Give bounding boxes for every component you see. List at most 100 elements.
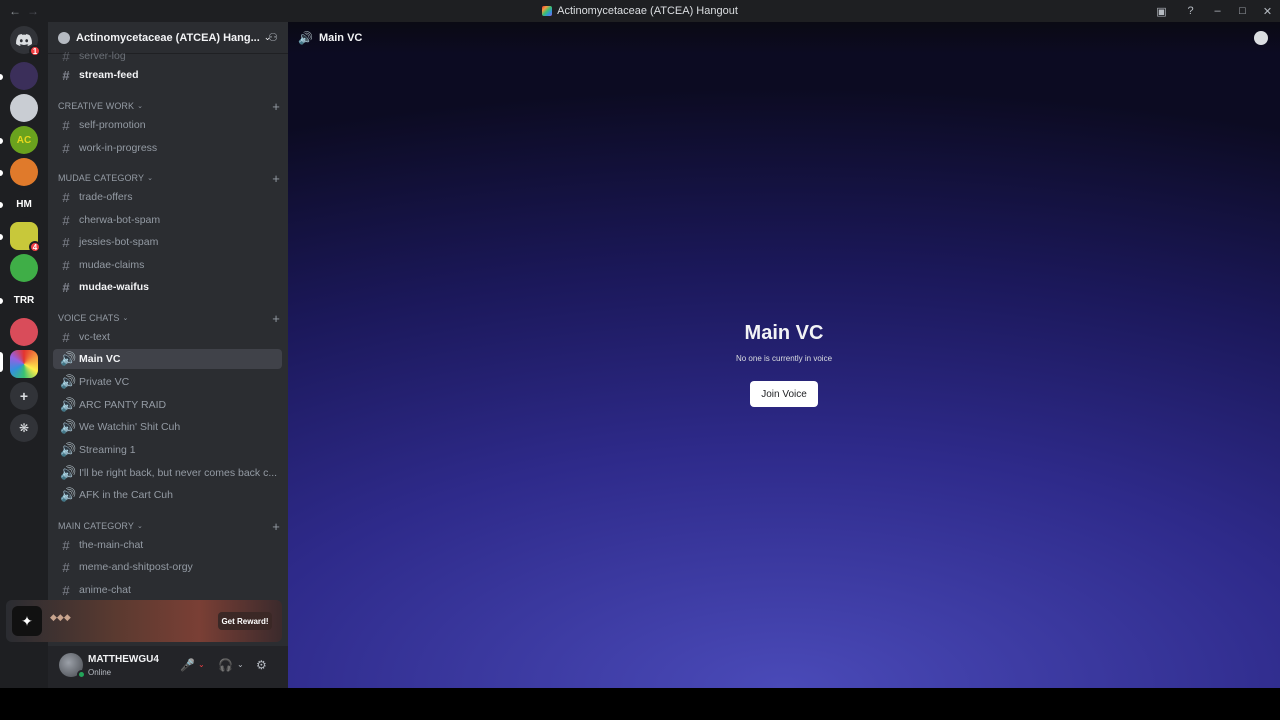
channel-streaming-1[interactable]: 🔊 Streaming 1	[53, 440, 282, 460]
channel-label: trade-offers	[79, 191, 133, 203]
speaker-icon: 🔊	[60, 419, 77, 434]
hash-icon: #	[62, 50, 70, 62]
add-channel-icon[interactable]: +	[272, 311, 280, 326]
hash-icon: #	[62, 117, 70, 133]
add-server-icon[interactable]: +	[10, 382, 38, 410]
channel-self-promotion[interactable]: # self-promotion	[53, 115, 282, 135]
add-channel-icon[interactable]: +	[272, 171, 280, 186]
server-6[interactable]: 4	[10, 222, 41, 253]
channel-we-watchin[interactable]: 🔊 We Watchin' Shit Cuh	[53, 417, 282, 437]
category-main[interactable]: MAIN CATEGORY ⌄ +	[58, 519, 280, 534]
server-hm[interactable]: HM	[10, 190, 38, 218]
server-unread-pill	[0, 138, 3, 144]
server-1[interactable]	[10, 62, 38, 90]
user-panel: MATTHEWGU4 Online 🎤 ⌄ 🎧 ⌄ ⚙	[48, 646, 288, 688]
add-channel-icon[interactable]: +	[272, 99, 280, 114]
home-badge: 1	[29, 45, 41, 57]
server-unread-pill	[0, 202, 3, 208]
channel-afk[interactable]: 🔊 AFK in the Cart Cuh	[53, 485, 282, 505]
channel-label: stream-feed	[79, 69, 139, 81]
join-voice-button[interactable]: Join Voice	[750, 381, 818, 407]
mic-options-chevron-icon[interactable]: ⌄	[198, 660, 205, 669]
channel-label: Private VC	[79, 376, 130, 388]
inbox-icon[interactable]: ▣	[1147, 0, 1176, 22]
speaker-icon: 🔊	[298, 31, 313, 45]
channel-server-log[interactable]: # server-log	[53, 50, 282, 62]
hash-icon: #	[62, 67, 70, 83]
discover-compass-icon[interactable]: ❋	[10, 414, 38, 442]
close-button[interactable]: ✕	[1255, 0, 1280, 22]
hash-icon: #	[62, 582, 70, 598]
server-10-selected[interactable]	[10, 350, 38, 378]
hash-icon: #	[62, 234, 70, 250]
voice-channel-title: Main VC	[744, 322, 824, 344]
category-mudae[interactable]: MUDAE CATEGORY ⌄ +	[58, 171, 280, 186]
channel-mudae-waifus[interactable]: # mudae-waifus	[53, 277, 282, 297]
channel-work-in-progress[interactable]: # work-in-progress	[53, 138, 282, 158]
channel-mudae-claims[interactable]: # mudae-claims	[53, 255, 282, 275]
channel-main-vc[interactable]: 🔊 Main VC	[53, 349, 282, 369]
headphones-icon[interactable]: 🎧	[218, 658, 233, 672]
channel-label: I'll be right back, but never comes back…	[79, 467, 278, 479]
maximize-button[interactable]: □	[1230, 0, 1255, 22]
category-voice-chats[interactable]: VOICE CHATS ⌄ +	[58, 311, 280, 326]
speaker-icon: 🔊	[60, 374, 77, 389]
settings-gear-icon[interactable]: ⚙	[256, 658, 267, 672]
channel-label: AFK in the Cart Cuh	[79, 489, 173, 501]
home-button[interactable]: 1	[10, 26, 41, 57]
chevron-down-icon: ⌄	[147, 175, 154, 182]
channel-trade-offers[interactable]: # trade-offers	[53, 187, 282, 207]
channel-label: vc-text	[79, 331, 110, 343]
channel-label: mudae-claims	[79, 259, 145, 271]
server-2[interactable]	[10, 94, 38, 122]
guild-icon	[58, 31, 70, 44]
channel-anime-chat[interactable]: # anime-chat	[53, 580, 282, 600]
channel-label: meme-and-shitpost-orgy	[79, 561, 193, 573]
add-channel-icon[interactable]: +	[272, 519, 280, 534]
server-7[interactable]	[10, 254, 38, 282]
server-3[interactable]: AC	[10, 126, 38, 154]
server-6-badge: 4	[29, 241, 41, 253]
channel-arc-panty-raid[interactable]: 🔊 ARC PANTY RAID	[53, 395, 282, 415]
server-trr[interactable]: TRR	[10, 286, 38, 314]
channel-stream-feed[interactable]: # stream-feed	[53, 65, 282, 85]
voice-channel-subtitle: No one is currently in voice	[735, 354, 833, 363]
channel-private-vc[interactable]: 🔊 Private VC	[53, 372, 282, 392]
speaker-icon: 🔊	[60, 487, 77, 502]
channel-meme[interactable]: # meme-and-shitpost-orgy	[53, 557, 282, 577]
chat-bubble-icon[interactable]	[1254, 31, 1268, 45]
channel-the-main-chat[interactable]: # the-main-chat	[53, 535, 282, 555]
hash-icon: #	[62, 140, 70, 156]
server-9[interactable]	[10, 318, 38, 346]
title-bar: ← → Actinomycetaceae (ATCEA) Hangout ▣ ?…	[0, 0, 1280, 22]
channel-label: We Watchin' Shit Cuh	[79, 421, 181, 433]
hash-icon: #	[62, 279, 70, 295]
minimize-button[interactable]: –	[1205, 0, 1230, 22]
audio-options-chevron-icon[interactable]: ⌄	[237, 660, 244, 669]
online-status-icon	[77, 670, 86, 679]
channel-jessies-bot-spam[interactable]: # jessies-bot-spam	[53, 232, 282, 252]
channel-label: Streaming 1	[79, 444, 136, 456]
forward-arrow-icon[interactable]: →	[26, 4, 40, 18]
category-creative-work[interactable]: CREATIVE WORK ⌄ +	[58, 99, 280, 114]
window-title: Actinomycetaceae (ATCEA) Hangout	[557, 5, 738, 17]
channel-vc-text[interactable]: # vc-text	[53, 327, 282, 347]
speaker-icon: 🔊	[60, 397, 77, 412]
username: MATTHEWGU4	[88, 654, 159, 665]
channel-sidebar: Actinomycetaceae (ATCEA) Hang... ⌄ ⚇ # s…	[48, 22, 288, 688]
reward-artwork: ◆◆◆	[50, 612, 71, 622]
channel-right-back[interactable]: 🔊 I'll be right back, but never comes ba…	[53, 463, 282, 483]
get-reward-button[interactable]: Get Reward!	[218, 612, 272, 630]
channel-label: server-log	[79, 50, 126, 62]
discord-logo-icon	[16, 34, 32, 46]
quest-icon: ✦	[12, 606, 42, 636]
server-unread-pill	[0, 170, 3, 176]
channel-cherwa-bot-spam[interactable]: # cherwa-bot-spam	[53, 210, 282, 230]
invite-people-icon[interactable]: ⚇	[266, 31, 280, 45]
back-arrow-icon[interactable]: ←	[8, 4, 22, 18]
server-4[interactable]	[10, 158, 38, 186]
channel-header: 🔊 Main VC	[288, 22, 1280, 54]
hash-icon: #	[62, 257, 70, 273]
help-icon[interactable]: ?	[1176, 0, 1205, 22]
mute-mic-icon[interactable]: 🎤	[180, 658, 195, 672]
